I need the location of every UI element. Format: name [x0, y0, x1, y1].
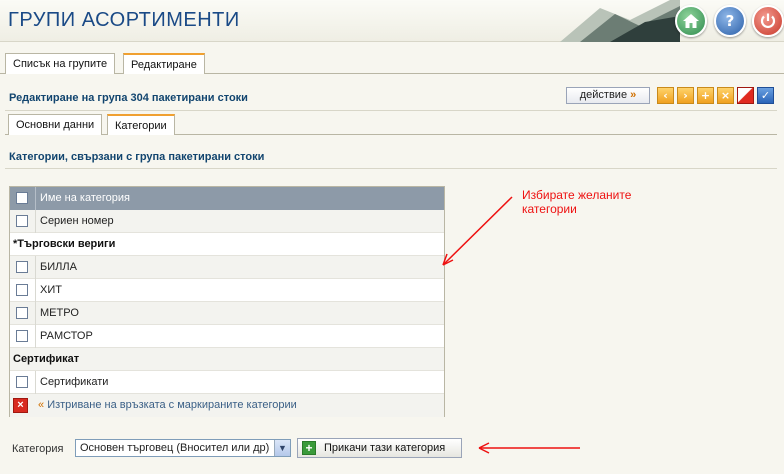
annotation-arrows	[442, 196, 580, 454]
category-label: Категория	[12, 443, 64, 455]
chevron-down-icon[interactable]: ▼	[274, 440, 290, 456]
attach-category-button[interactable]: + Прикачи тази категория	[297, 438, 462, 458]
plus-icon: +	[302, 441, 316, 455]
category-select[interactable]: Основен търговец (Вносител или др) ▼	[75, 439, 291, 457]
attach-category-label: Прикачи тази категория	[324, 442, 446, 454]
category-select-value: Основен търговец (Вносител или др)	[80, 442, 270, 454]
